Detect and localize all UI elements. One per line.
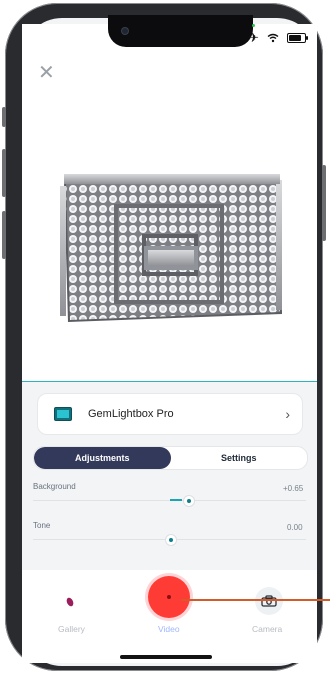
annotation-arrow — [181, 599, 330, 601]
mute-switch — [2, 107, 6, 127]
status-bar: ✈ — [248, 30, 308, 46]
tab-adjustments[interactable]: Adjustments — [34, 447, 171, 469]
gallery-thumbnail[interactable] — [65, 597, 75, 607]
tone-thumb[interactable] — [164, 534, 177, 546]
background-label: Background — [33, 482, 76, 491]
background-thumb[interactable] — [182, 495, 195, 507]
front-camera — [122, 28, 128, 34]
chevron-right-icon: › — [285, 406, 290, 422]
battery-icon — [286, 33, 308, 43]
wifi-icon — [267, 33, 279, 43]
background-fill — [169, 499, 182, 501]
device-selector[interactable]: GemLightbox Pro › — [37, 393, 303, 435]
product-photo — [60, 174, 282, 322]
volume-down-button — [2, 211, 6, 259]
home-indicator — [120, 655, 212, 659]
camera-indicator — [252, 24, 255, 27]
tone-label: Tone — [33, 521, 51, 530]
camera-icon — [261, 595, 277, 607]
background-value: +0.65 — [283, 484, 304, 493]
preview-divider — [22, 381, 317, 382]
camera-label[interactable]: Camera — [252, 624, 282, 634]
device-name: GemLightbox Pro — [88, 408, 174, 420]
tab-settings[interactable]: Settings — [171, 447, 308, 469]
video-label[interactable]: Video — [158, 624, 180, 634]
mode-tabs: Adjustments Settings — [33, 446, 308, 470]
notch — [108, 15, 253, 47]
lightbox-icon — [54, 407, 72, 421]
camera-mode-button[interactable] — [255, 587, 283, 615]
gallery-label[interactable]: Gallery — [58, 624, 85, 634]
close-icon[interactable]: ✕ — [38, 60, 55, 85]
volume-up-button — [2, 149, 6, 197]
tone-value: 0.00 — [287, 523, 303, 532]
record-center-dot — [167, 595, 171, 599]
airplane-icon: ✈ — [248, 30, 259, 45]
power-button — [322, 165, 326, 241]
